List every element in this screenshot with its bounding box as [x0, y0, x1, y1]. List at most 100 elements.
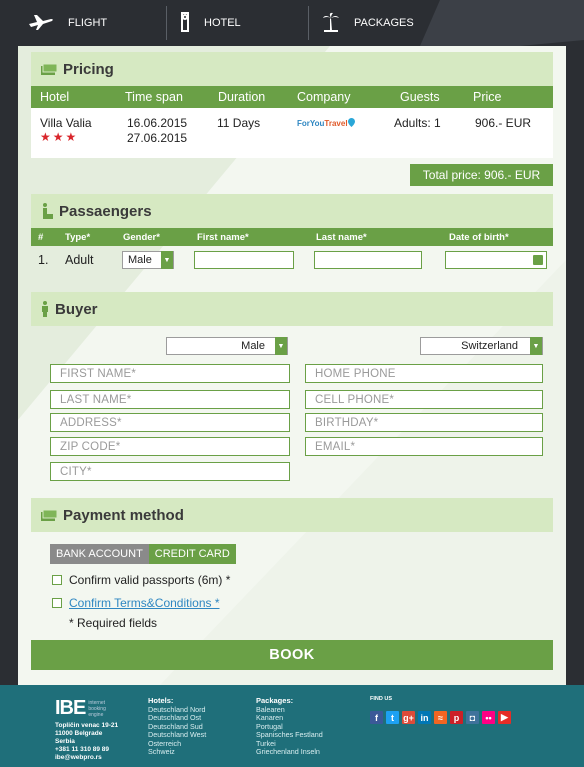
ibe-logo[interactable]: IBE internet booking engine: [55, 697, 106, 720]
col-last-name: Last name*: [316, 232, 367, 243]
last-name-input[interactable]: [314, 251, 422, 269]
youtube-icon[interactable]: ▶: [498, 711, 511, 724]
payment-section: Payment method: [31, 498, 553, 532]
flickr-icon[interactable]: ••: [482, 711, 495, 724]
passenger-number: 1.: [38, 253, 49, 267]
birthday-field[interactable]: BIRTHDAY*: [305, 413, 543, 432]
total-price: Total price: 906.- EUR: [410, 164, 553, 186]
col-hotel: Hotel: [40, 90, 70, 104]
footer: IBE internet booking engine Topličin venac…: [0, 685, 584, 767]
buyer-title: Buyer: [55, 300, 98, 318]
location-pin-icon: [347, 118, 355, 129]
airplane-icon: [28, 13, 54, 34]
address-field[interactable]: ADDRESS*: [50, 413, 290, 432]
confirm-passports-checkbox[interactable]: [52, 575, 62, 585]
tab-credit-card[interactable]: CREDIT CARD: [148, 544, 236, 564]
chevron-down-icon: ▼: [530, 337, 542, 355]
passengers-heading: Passaengers: [31, 194, 553, 228]
table-row: 1. Adult Male ▼: [31, 246, 553, 274]
palm-tree-icon: [322, 12, 340, 35]
duration-value: 11 Days: [217, 116, 261, 130]
pricing-heading: Pricing: [31, 52, 553, 86]
buyer-section: Buyer: [31, 292, 553, 326]
gender-select-value: Male: [128, 254, 152, 266]
col-date-of-birth: Date of birth*: [449, 232, 509, 243]
calendar-icon[interactable]: [533, 255, 543, 265]
payment-heading: Payment method: [31, 498, 553, 532]
company-address: Topličin venac 19-21 11000 Belgrade Serb…: [55, 722, 119, 761]
top-navigation: FLIGHT HOTEL PACKAGES: [0, 0, 584, 46]
confirm-terms-checkbox[interactable]: [52, 598, 62, 608]
table-row: Villa Valia ★★★ 16.06.2015 27.06.2015 11…: [31, 108, 553, 158]
logo-subtitle: internet booking engine: [88, 699, 106, 718]
footer-packages: Packages: Balearen Kanaren Portugal Span…: [256, 696, 323, 757]
company-logo: ForYou Travel: [297, 118, 355, 129]
passenger-type: Adult: [65, 253, 94, 267]
door-hanger-icon: [180, 11, 190, 35]
date-of-birth-input[interactable]: [445, 251, 547, 269]
instagram-icon[interactable]: ◘: [466, 711, 479, 724]
date-from: 16.06.2015: [127, 116, 188, 130]
col-company: Company: [297, 90, 351, 104]
buyer-gender-select[interactable]: Male ▼: [166, 337, 288, 355]
facebook-icon[interactable]: f: [370, 711, 383, 724]
money-icon: [41, 509, 57, 521]
passenger-luggage-icon: [41, 203, 53, 219]
linkedin-icon[interactable]: in: [418, 711, 431, 724]
payment-tabs: BANK ACCOUNT CREDIT CARD: [50, 544, 236, 564]
footer-link[interactable]: Griechenland Inseln: [256, 747, 323, 757]
confirm-passports-row: Confirm valid passports (6m) *: [52, 573, 230, 587]
pinterest-icon[interactable]: p: [450, 711, 463, 724]
payment-title: Payment method: [63, 506, 184, 524]
last-name-field[interactable]: LAST NAME*: [50, 390, 290, 409]
star-rating: ★★★: [40, 130, 79, 144]
date-to: 27.06.2015: [127, 131, 188, 145]
hotel-name: Villa Valia: [40, 116, 92, 130]
col-number: #: [38, 232, 44, 243]
money-icon: [41, 63, 57, 75]
country-select[interactable]: Switzerland ▼: [420, 337, 543, 355]
find-us-label: FIND US: [370, 696, 392, 702]
person-icon: [41, 301, 49, 317]
col-price: Price: [473, 90, 502, 104]
zip-code-field[interactable]: ZIP CODE*: [50, 437, 290, 456]
pricing-title: Pricing: [63, 60, 114, 78]
chevron-down-icon: ▼: [275, 337, 287, 355]
gender-select[interactable]: Male ▼: [122, 251, 174, 269]
nav-hotel-label: HOTEL: [204, 17, 241, 29]
required-fields-note: * Required fields: [69, 616, 158, 630]
nav-flight[interactable]: FLIGHT: [28, 0, 107, 46]
passengers-table-header: # Type* Gender* First name* Last name* D…: [31, 228, 553, 246]
terms-conditions-link[interactable]: Confirm Terms&Conditions *: [69, 596, 220, 610]
book-button[interactable]: BOOK: [31, 640, 553, 670]
home-phone-field[interactable]: HOME PHONE: [305, 364, 543, 383]
nav-divider: [166, 6, 167, 40]
nav-divider: [308, 6, 309, 40]
city-field[interactable]: CITY*: [50, 462, 290, 481]
footer-link[interactable]: Schweiz: [148, 747, 206, 757]
chevron-down-icon: ▼: [161, 251, 173, 269]
pricing-table-header: Hotel Time span Duration Company Guests …: [31, 86, 553, 108]
nav-packages[interactable]: PACKAGES: [322, 0, 414, 46]
passengers-title: Passaengers: [59, 202, 152, 220]
col-first-name: First name*: [197, 232, 249, 243]
footer-hotels: Hotels: Deutschland Nord Deutschland Ost…: [148, 696, 206, 757]
first-name-field[interactable]: FIRST NAME*: [50, 364, 290, 383]
price-value: 906.- EUR: [475, 116, 532, 130]
email-field[interactable]: EMAIL*: [305, 437, 543, 456]
cell-phone-field[interactable]: CELL PHONE*: [305, 390, 543, 409]
tab-bank-account[interactable]: BANK ACCOUNT: [50, 544, 149, 564]
country-value: Switzerland: [461, 340, 518, 352]
twitter-icon[interactable]: t: [386, 711, 399, 724]
col-time-span: Time span: [125, 90, 183, 104]
googleplus-icon[interactable]: g+: [402, 711, 415, 724]
rss-icon[interactable]: ≈: [434, 711, 447, 724]
confirm-passports-label: Confirm valid passports (6m) *: [69, 573, 231, 587]
col-duration: Duration: [218, 90, 266, 104]
first-name-input[interactable]: [194, 251, 294, 269]
nav-flight-label: FLIGHT: [68, 17, 108, 29]
pricing-section: Pricing Hotel Time span Duration Company…: [31, 52, 553, 188]
nav-packages-label: PACKAGES: [354, 17, 414, 29]
buyer-gender-value: Male: [241, 340, 265, 352]
nav-hotel[interactable]: HOTEL: [180, 0, 241, 46]
